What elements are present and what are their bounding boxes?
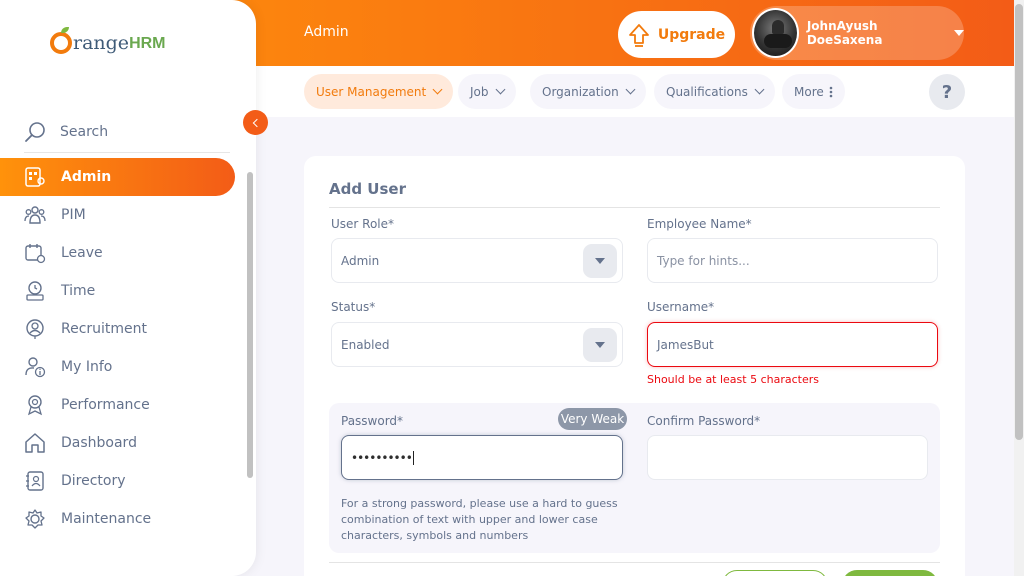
tab-label: More <box>794 84 824 99</box>
employee-name-input[interactable]: Type for hints... <box>647 238 938 283</box>
tab-user-management[interactable]: User Management <box>304 74 454 109</box>
maintenance-icon <box>24 508 46 530</box>
sidebar-search[interactable]: Search <box>24 112 230 153</box>
sidebar-item-performance[interactable]: Performance <box>0 386 235 424</box>
orangehrm-logo: range HRM <box>50 27 166 54</box>
search-icon <box>25 122 45 142</box>
status-select[interactable]: Enabled <box>331 322 623 367</box>
upgrade-arrow-icon <box>628 23 649 47</box>
dropdown-toggle[interactable] <box>583 327 617 362</box>
caret-down-icon <box>954 30 964 36</box>
performance-icon <box>24 394 46 416</box>
sidebar-item-recruitment[interactable]: Recruitment <box>0 310 235 348</box>
more-vertical-icon <box>829 86 833 97</box>
sidebar-item-label: Directory <box>61 473 126 489</box>
admin-icon <box>24 166 46 188</box>
username-value: JamesBut <box>657 337 714 352</box>
chevron-down-icon <box>625 84 636 95</box>
tab-label: Qualifications <box>666 84 748 99</box>
confirm-password-input[interactable] <box>647 435 928 480</box>
sidebar-item-label: Leave <box>61 245 103 261</box>
sidebar-item-label: PIM <box>61 207 86 223</box>
divider <box>329 207 940 208</box>
dashboard-icon <box>24 432 46 454</box>
leave-icon <box>24 242 46 264</box>
sidebar-item-pim[interactable]: PIM <box>0 196 235 234</box>
pim-icon <box>24 204 46 226</box>
chevron-down-icon <box>432 84 443 95</box>
sidebar-item-maintenance[interactable]: Maintenance <box>0 500 235 538</box>
collapse-sidebar-button[interactable] <box>243 110 268 135</box>
logo-hrm-text: HRM <box>129 35 166 52</box>
status-label: Status* <box>331 300 376 314</box>
caret-down-icon <box>595 341 605 348</box>
sidebar-item-label: My Info <box>61 359 113 375</box>
my-info-icon <box>24 356 46 378</box>
caret-down-icon <box>595 257 605 264</box>
tab-more[interactable]: More <box>782 74 845 109</box>
tab-job[interactable]: Job <box>458 74 516 109</box>
sidebar-item-label: Performance <box>61 397 150 413</box>
password-strength-badge: Very Weak <box>558 408 627 430</box>
tab-qualifications[interactable]: Qualifications <box>654 74 775 109</box>
sidebar-item-leave[interactable]: Leave <box>0 234 235 272</box>
sidebar-item-label: Time <box>61 283 96 299</box>
password-hint: For a strong password, please use a hard… <box>341 497 618 542</box>
help-label: ? <box>941 81 953 103</box>
employee-name-label: Employee Name* <box>647 217 752 231</box>
page-scrollbar[interactable] <box>1014 0 1024 576</box>
sidebar-item-dashboard[interactable]: Dashboard <box>0 424 235 462</box>
password-masked-value: •••••••••• <box>351 450 413 465</box>
sidebar-item-label: Maintenance <box>61 511 152 527</box>
sidebar-item-label: Admin <box>61 169 112 185</box>
divider <box>329 562 940 563</box>
help-button[interactable]: ? <box>929 74 965 110</box>
tab-label: Job <box>470 84 489 99</box>
sidebar-item-label: Dashboard <box>61 435 137 451</box>
sidebar-menu: Admin PIM Leave Time Recruitment My Info… <box>0 158 246 538</box>
dropdown-toggle[interactable] <box>583 243 617 278</box>
password-label: Password* <box>341 414 404 428</box>
upgrade-label: Upgrade <box>657 26 726 43</box>
confirm-password-label: Confirm Password* <box>647 414 761 428</box>
module-title: Admin <box>304 24 349 40</box>
username-error: Should be at least 5 characters <box>647 373 819 386</box>
recruitment-icon <box>24 318 46 340</box>
user-name: JohnAyush DoeSaxena <box>806 19 883 47</box>
user-role-value: Admin <box>341 253 380 268</box>
tab-label: User Management <box>316 84 427 99</box>
sidebar-item-my-info[interactable]: My Info <box>0 348 235 386</box>
chevron-left-icon <box>252 118 262 127</box>
sidebar-item-time[interactable]: Time <box>0 272 235 310</box>
cancel-button[interactable] <box>722 570 828 576</box>
avatar <box>752 8 799 58</box>
sidebar-item-label: Recruitment <box>61 321 148 337</box>
password-input[interactable]: •••••••••• <box>341 435 623 480</box>
status-value: Enabled <box>341 337 390 352</box>
page-title: Add User <box>329 180 406 198</box>
username-input[interactable]: JamesBut <box>647 322 938 367</box>
logo-o-mark <box>50 27 72 54</box>
directory-icon <box>24 470 46 492</box>
sidebar-item-admin[interactable]: Admin <box>0 158 235 196</box>
user-role-label: User Role* <box>331 217 395 231</box>
user-role-select[interactable]: Admin <box>331 238 623 283</box>
time-icon <box>24 280 46 302</box>
user-dropdown[interactable]: JohnAyush DoeSaxena <box>750 6 964 60</box>
sidebar-item-directory[interactable]: Directory <box>0 462 235 500</box>
save-button[interactable] <box>842 570 938 576</box>
logo-text: range <box>73 32 130 54</box>
upgrade-button[interactable]: Upgrade <box>618 11 735 58</box>
chevron-down-icon <box>495 84 505 95</box>
text-cursor <box>412 450 414 465</box>
search-label: Search <box>60 124 109 140</box>
employee-name-placeholder: Type for hints... <box>657 253 750 268</box>
tab-label: Organization <box>542 84 619 99</box>
chevron-down-icon <box>754 84 765 95</box>
username-label: Username* <box>647 300 715 314</box>
sidebar: range HRM Search Admin PIM Leave Time Re… <box>0 0 256 576</box>
sidebar-scrollbar[interactable] <box>246 160 254 544</box>
tab-organization[interactable]: Organization <box>530 74 646 109</box>
